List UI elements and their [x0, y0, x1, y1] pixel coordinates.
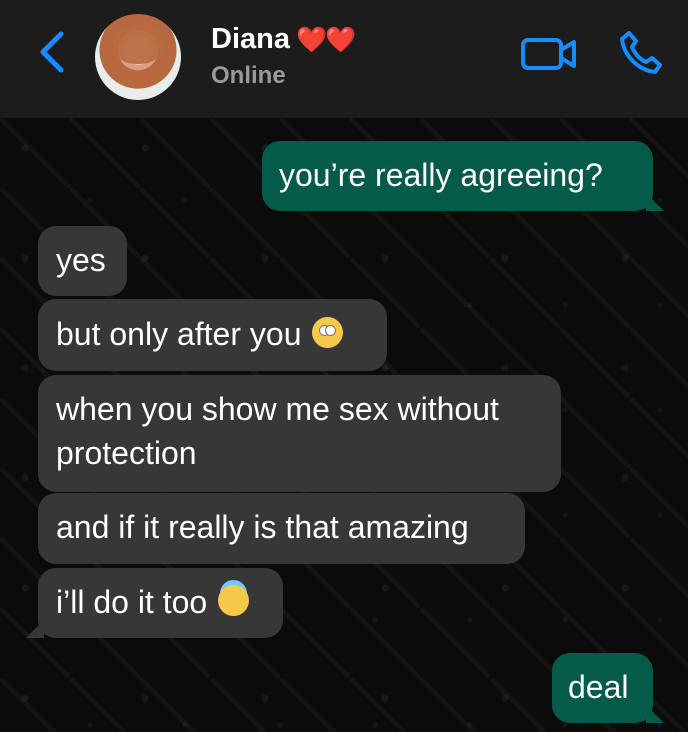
incoming-message[interactable]: i’ll do it too [26, 568, 283, 638]
message-text: yes [56, 242, 106, 278]
message-text: i’ll do it too [56, 584, 208, 620]
eye-roll-emoji [312, 317, 344, 348]
chat-header: Diana ❤️❤️ Online [0, 0, 688, 118]
message-text: but only after you [56, 316, 302, 352]
message-thread[interactable]: you’re really agreeing? yes but only aft… [0, 118, 688, 732]
message-text-line: protection [56, 435, 197, 471]
outgoing-message[interactable]: deal [552, 653, 664, 723]
phone-icon[interactable] [616, 28, 664, 76]
contact-name-row[interactable]: Diana ❤️❤️ [211, 23, 356, 56]
message-text: you’re really agreeing? [279, 157, 603, 193]
contact-name: Diana [211, 23, 290, 55]
contact-status: Online [211, 62, 286, 89]
heart-emojis: ❤️❤️ [295, 26, 356, 54]
outgoing-message[interactable]: you’re really agreeing? [262, 141, 664, 211]
incoming-message[interactable]: and if it really is that amazing [38, 493, 525, 564]
incoming-message[interactable]: yes [38, 226, 127, 296]
message-text-line: when you show me sex without [56, 391, 499, 427]
incoming-message[interactable]: when you show me sex without protection [38, 375, 561, 492]
contact-avatar[interactable] [95, 14, 181, 100]
angel-emoji [218, 585, 250, 616]
incoming-message[interactable]: but only after you [38, 299, 387, 371]
video-camera-icon[interactable] [520, 34, 578, 74]
chevron-left-icon[interactable] [34, 30, 70, 74]
message-text: deal [568, 669, 629, 705]
message-text: and if it really is that amazing [56, 509, 469, 545]
